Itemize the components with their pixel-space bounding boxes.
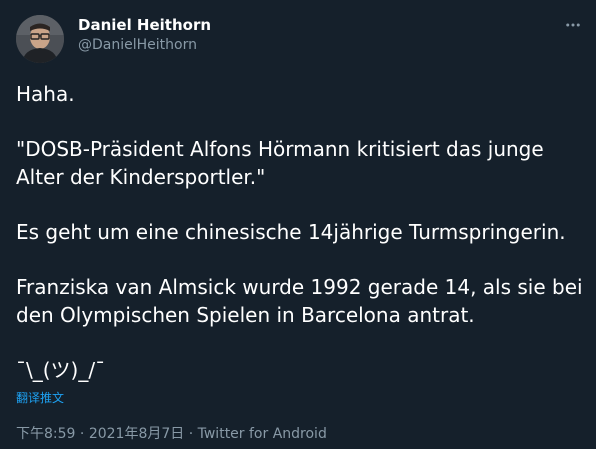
tweet-metadata: 下午8:59 · 2021年8月7日 · Twitter for Android [16, 423, 327, 443]
tweet-paragraph-shrug: ¯\_(ツ)_/¯ [16, 358, 106, 382]
tweet-time[interactable]: 下午8:59 [16, 426, 75, 442]
meta-separator: · [184, 426, 198, 442]
tweet-paragraph: "DOSB-Präsident Alfons Hörmann kritisier… [16, 137, 544, 189]
avatar-image [16, 15, 64, 63]
tweet-paragraph: Haha. [16, 82, 75, 106]
tweet-text: Haha. "DOSB-Präsident Alfons Hörmann kri… [16, 80, 586, 411]
more-horizontal-icon [566, 23, 580, 27]
tweet-card: Daniel Heithorn @DanielHeithorn Haha. "D… [0, 0, 596, 449]
author-handle[interactable]: @DanielHeithorn [78, 37, 197, 53]
tweet-source[interactable]: Twitter for Android [198, 426, 327, 442]
more-options-button[interactable] [560, 12, 586, 38]
tweet-date[interactable]: 2021年8月7日 [89, 426, 184, 442]
avatar[interactable] [16, 15, 64, 63]
tweet-paragraph: Franziska van Almsick wurde 1992 gerade … [16, 275, 583, 327]
translate-tweet-link[interactable]: 翻译推文 [16, 389, 64, 406]
meta-separator: · [75, 426, 89, 442]
tweet-paragraph: Es geht um eine chinesische 14jährige Tu… [16, 220, 566, 244]
author-display-name[interactable]: Daniel Heithorn [78, 16, 211, 34]
